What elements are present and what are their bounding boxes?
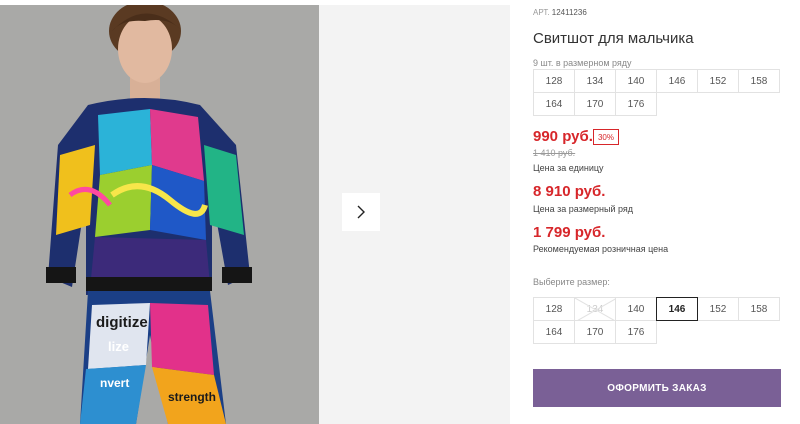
place-order-button[interactable]: ОФОРМИТЬ ЗАКАЗ bbox=[533, 369, 781, 407]
choose-size-label: Выберите размер: bbox=[533, 277, 610, 287]
pack-size-row: 128 134 140 146 152 158 bbox=[533, 69, 783, 93]
size-option-140[interactable]: 140 bbox=[615, 297, 657, 321]
pack-size-cell: 128 bbox=[533, 69, 575, 93]
photo-print-text: lize bbox=[108, 339, 129, 354]
size-row: 128 134 140 146 152 158 bbox=[533, 297, 783, 322]
chevron-right-icon bbox=[357, 205, 365, 219]
size-option-134: 134 bbox=[574, 297, 617, 322]
article-label: АРТ. bbox=[533, 8, 550, 17]
size-selector: 128 134 140 146 152 158 164 170 176 bbox=[533, 297, 783, 344]
photo-print-text: strength bbox=[168, 390, 216, 404]
pack-size-cell: 158 bbox=[738, 69, 780, 93]
product-photo[interactable]: digitize lize nvert strength bbox=[0, 5, 319, 424]
pack-size-cell: 164 bbox=[533, 92, 575, 116]
pack-size-cell: 176 bbox=[615, 92, 657, 116]
retail-price: 1 799 руб. bbox=[533, 224, 606, 241]
size-option-170[interactable]: 170 bbox=[574, 320, 616, 344]
photo-print-text: digitize bbox=[96, 314, 148, 331]
discount-badge: 30% bbox=[593, 129, 619, 145]
pack-size-cell: 140 bbox=[615, 69, 657, 93]
size-row: 164 170 176 bbox=[533, 320, 783, 344]
size-option-164[interactable]: 164 bbox=[533, 320, 575, 344]
pack-size-grid: 128 134 140 146 152 158 164 170 176 bbox=[533, 69, 783, 116]
size-option-158[interactable]: 158 bbox=[738, 297, 780, 321]
pack-price-caption: Цена за размерный ряд bbox=[533, 204, 634, 214]
size-option-152[interactable]: 152 bbox=[697, 297, 739, 321]
pack-size-cell: 146 bbox=[656, 69, 698, 93]
pack-size-cell: 134 bbox=[574, 69, 616, 93]
photo-print-text: nvert bbox=[100, 376, 129, 390]
next-photo-button[interactable] bbox=[342, 193, 380, 231]
article-number: АРТ. 12411236 bbox=[533, 8, 587, 17]
unit-price: 990 руб. bbox=[533, 128, 593, 145]
retail-price-caption: Рекомендуемая розничная цена bbox=[533, 244, 669, 254]
product-details: АРТ. 12411236 Свитшот для мальчика 9 шт.… bbox=[533, 0, 783, 424]
size-option-176[interactable]: 176 bbox=[615, 320, 657, 344]
pack-size-row: 164 170 176 bbox=[533, 92, 783, 116]
pack-price: 8 910 руб. bbox=[533, 183, 606, 200]
pack-size-cell: 170 bbox=[574, 92, 616, 116]
boy-in-sweatshirt-image: digitize lize nvert strength bbox=[0, 5, 319, 424]
old-price: 1 410 руб. bbox=[533, 148, 576, 158]
article-value: 12411236 bbox=[551, 8, 587, 17]
pack-size-cell: 152 bbox=[697, 69, 739, 93]
unit-price-caption: Цена за единицу bbox=[533, 163, 604, 173]
unavailable-cross-icon bbox=[575, 298, 617, 322]
pack-sizes-label: 9 шт. в размерном ряду bbox=[533, 58, 632, 68]
product-title: Свитшот для мальчика bbox=[533, 30, 694, 47]
product-gallery: digitize lize nvert strength bbox=[0, 0, 510, 424]
size-option-128[interactable]: 128 bbox=[533, 297, 575, 321]
size-option-146[interactable]: 146 bbox=[656, 297, 698, 321]
